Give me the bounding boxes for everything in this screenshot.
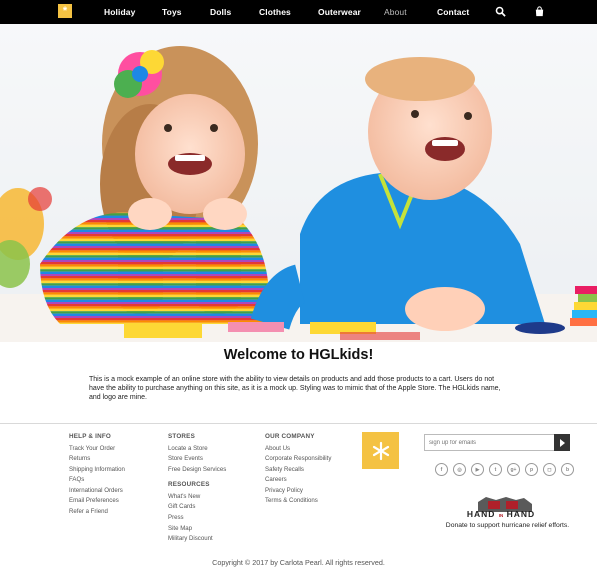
logo-glyph: *: [62, 4, 68, 17]
link-site-map[interactable]: Site Map: [168, 524, 226, 535]
bag-icon[interactable]: [534, 6, 545, 17]
search-icon[interactable]: [495, 6, 506, 17]
help-heading: HELP & INFO: [69, 433, 111, 440]
top-nav: * Holiday Toys Dolls Clothes Outerwear A…: [0, 0, 597, 24]
link-design-services[interactable]: Free Design Services: [168, 465, 226, 476]
partner-name-mid: IN: [498, 513, 504, 518]
welcome-description: This is a mock example of an online stor…: [89, 376, 501, 402]
link-military-discount[interactable]: Military Discount: [168, 534, 226, 545]
instagram-icon[interactable]: ◎: [453, 463, 466, 476]
blog-icon[interactable]: b: [561, 463, 574, 476]
social-links: f ◎ ▶ t g+ p ◻ b: [435, 463, 574, 477]
link-corporate-responsibility[interactable]: Corporate Responsibility: [265, 454, 331, 465]
link-privacy-policy[interactable]: Privacy Policy: [265, 486, 331, 497]
link-about-us[interactable]: About Us: [265, 444, 331, 455]
twitter-icon[interactable]: t: [489, 463, 502, 476]
instagram-alt-icon[interactable]: ◻: [543, 463, 556, 476]
link-shipping[interactable]: Shipping Information: [69, 465, 125, 476]
welcome-title: Welcome to HGLkids!: [223, 347, 374, 363]
hero-photo-children: [0, 24, 597, 342]
footer-stores-column: STORES Locate a Store Store Events Free …: [168, 433, 226, 545]
footer-divider: [0, 423, 597, 424]
youtube-icon[interactable]: ▶: [471, 463, 484, 476]
email-signup-input[interactable]: [424, 434, 555, 451]
link-careers[interactable]: Careers: [265, 475, 331, 486]
pinterest-icon[interactable]: p: [525, 463, 538, 476]
copyright: Copyright © 2017 by Carlota Pearl. All r…: [212, 558, 385, 567]
footer-hglkids-logo[interactable]: [362, 432, 399, 469]
donate-tagline[interactable]: Donate to support hurricane relief effor…: [430, 522, 585, 529]
resources-heading: RESOURCES: [168, 481, 210, 489]
link-gift-cards[interactable]: Gift Cards: [168, 502, 226, 513]
partner-name[interactable]: HAND IN HAND: [466, 509, 536, 519]
link-safety-recalls[interactable]: Safety Recalls: [265, 465, 331, 476]
link-terms[interactable]: Terms & Conditions: [265, 496, 331, 507]
google-plus-icon[interactable]: g+: [507, 463, 520, 476]
link-faqs[interactable]: FAQs: [69, 475, 125, 486]
nav-clothes[interactable]: Clothes: [259, 7, 291, 17]
nav-contact[interactable]: Contact: [437, 7, 469, 17]
hglkids-logo[interactable]: *: [58, 4, 72, 18]
link-track-order[interactable]: Track Your Order: [69, 444, 125, 455]
email-signup-button[interactable]: [554, 434, 570, 451]
nav-outerwear[interactable]: Outerwear: [318, 7, 361, 17]
nav-toys[interactable]: Toys: [162, 7, 182, 17]
arrow-right-icon: [559, 438, 565, 447]
link-international[interactable]: International Orders: [69, 486, 125, 497]
stores-heading: STORES: [168, 433, 195, 440]
hero-image: [0, 24, 597, 342]
nav-about[interactable]: About: [384, 7, 407, 17]
asterisk-logo-icon: [372, 441, 389, 460]
partner-name-left: HAND: [466, 509, 496, 519]
link-store-events[interactable]: Store Events: [168, 454, 226, 465]
link-email-preferences[interactable]: Email Preferences: [69, 496, 125, 507]
nav-holiday[interactable]: Holiday: [104, 7, 135, 17]
company-heading: OUR COMPANY: [265, 433, 315, 440]
footer-company-column: OUR COMPANY About Us Corporate Responsib…: [265, 433, 331, 507]
link-locate-store[interactable]: Locate a Store: [168, 444, 226, 455]
link-returns[interactable]: Returns: [69, 454, 125, 465]
partner-name-right: HAND: [506, 509, 536, 519]
nav-dolls[interactable]: Dolls: [210, 7, 231, 17]
footer-help-column: HELP & INFO Track Your Order Returns Shi…: [69, 433, 125, 518]
link-whats-new[interactable]: What's New: [168, 492, 226, 503]
facebook-icon[interactable]: f: [435, 463, 448, 476]
link-refer-friend[interactable]: Refer a Friend: [69, 507, 125, 518]
link-press[interactable]: Press: [168, 513, 226, 524]
